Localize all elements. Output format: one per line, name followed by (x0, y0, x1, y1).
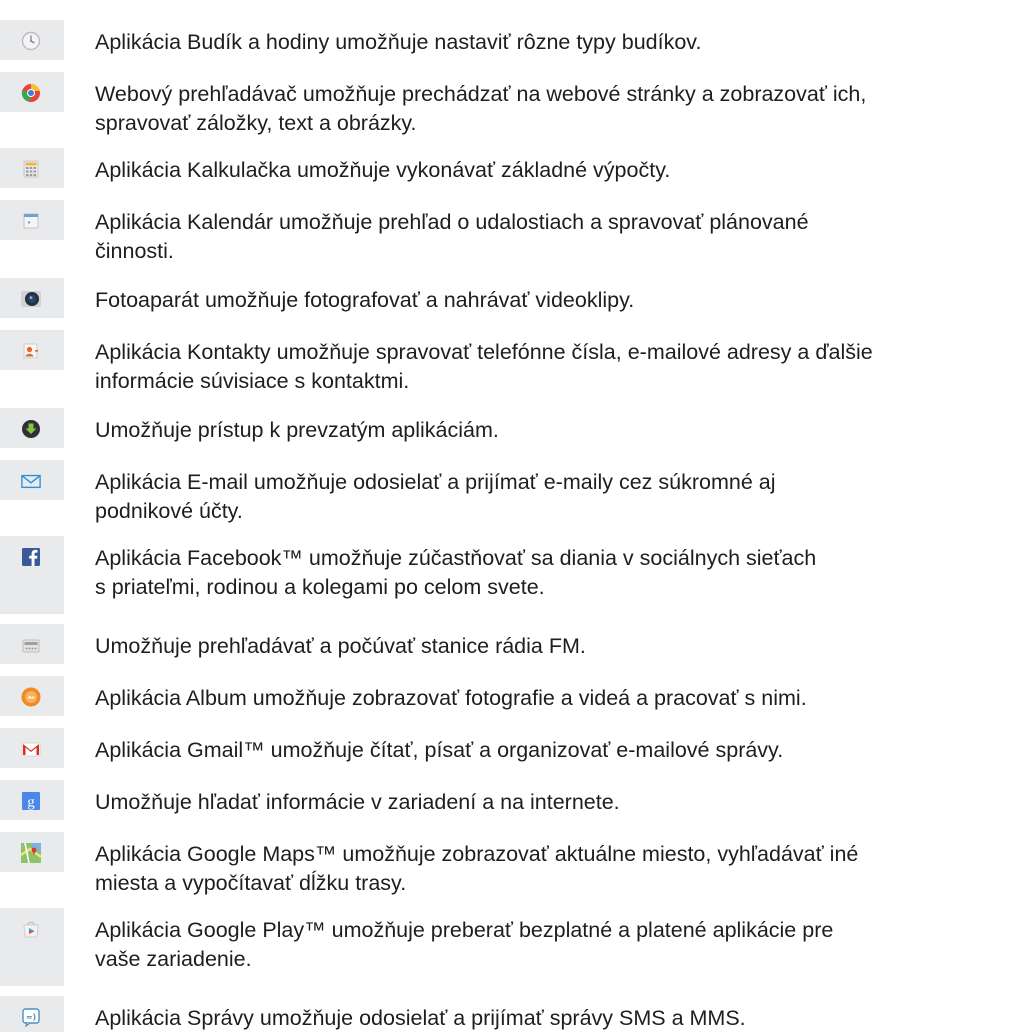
description-line: Aplikácia Budík a hodiny umožňuje nastav… (95, 30, 702, 54)
icon-cell (0, 460, 64, 500)
maps-icon (21, 843, 41, 863)
app-description: Aplikácia Správy umožňuje odosielať a pr… (95, 1004, 1023, 1033)
description-line: Umožňuje prehľadávať a počúvať stanice r… (95, 634, 586, 658)
icon-cell (0, 72, 64, 112)
description-line: Webový prehľadávač umožňuje prechádzať n… (95, 82, 867, 106)
facebook-icon (21, 547, 41, 567)
calculator-icon (21, 159, 41, 179)
messaging-icon: =) (21, 1007, 41, 1027)
camera-icon (21, 289, 41, 309)
list-item: g Umožňuje hľadať informácie v zariadení … (0, 780, 1023, 820)
list-item: Aplikácia Gmail™ umožňuje čítať, písať a… (0, 728, 1023, 768)
description-line: vaše zariadenie. (95, 947, 252, 971)
description-line: s priateľmi, rodinou a kolegami po celom… (95, 575, 545, 599)
list-item: Aplikácia Kalkulačka umožňuje vykonávať … (0, 148, 1023, 188)
description-line: Aplikácia E-mail umožňuje odosielať a pr… (95, 470, 776, 494)
app-description: Aplikácia E-mail umožňuje odosielať a pr… (95, 468, 1023, 526)
download-icon (21, 419, 41, 439)
icon-cell (0, 676, 64, 716)
list-item: Aplikácia Album umožňuje zobrazovať foto… (0, 676, 1023, 716)
list-item: Aplikácia Budík a hodiny umožňuje nastav… (0, 20, 1023, 60)
list-item: Aplikácia E-mail umožňuje odosielať a pr… (0, 460, 1023, 523)
app-description: Umožňuje prístup k prevzatým aplikáciám. (95, 416, 1023, 445)
icon-cell (0, 148, 64, 188)
list-item: Umožňuje prístup k prevzatým aplikáciám. (0, 408, 1023, 448)
icon-cell (0, 20, 64, 60)
list-item: Aplikácia Google Maps™ umožňuje zobrazov… (0, 832, 1023, 895)
app-description: Webový prehľadávač umožňuje prechádzať n… (95, 80, 1023, 138)
description-line: činnosti. (95, 239, 174, 263)
icon-cell (0, 408, 64, 448)
icon-cell (0, 330, 64, 370)
album-icon (21, 687, 41, 707)
icon-cell (0, 728, 64, 768)
description-line: Aplikácia Google Play™ umožňuje preberať… (95, 918, 834, 942)
list-item: Aplikácia Kontakty umožňuje spravovať te… (0, 330, 1023, 393)
app-description: Aplikácia Facebook™ umožňuje zúčastňovať… (95, 544, 1023, 602)
google-search-icon: g (21, 791, 41, 811)
list-item: Aplikácia Google Play™ umožňuje preberať… (0, 908, 1023, 986)
app-description: Aplikácia Google Maps™ umožňuje zobrazov… (95, 840, 1023, 898)
description-line: Aplikácia Google Maps™ umožňuje zobrazov… (95, 842, 859, 866)
svg-text:g: g (27, 795, 35, 811)
gmail-icon (21, 739, 41, 759)
description-line: Aplikácia Kalkulačka umožňuje vykonávať … (95, 158, 671, 182)
svg-text:=): =) (26, 1013, 36, 1022)
description-line: Umožňuje hľadať informácie v zariadení a… (95, 790, 620, 814)
app-description: Aplikácia Kalkulačka umožňuje vykonávať … (95, 156, 1023, 185)
icon-cell (0, 278, 64, 318)
description-line: podnikové účty. (95, 499, 243, 523)
list-item: Umožňuje prehľadávať a počúvať stanice r… (0, 624, 1023, 664)
description-line: informácie súvisiace s kontaktmi. (95, 369, 410, 393)
list-item: =) Aplikácia Správy umožňuje odosielať a … (0, 996, 1023, 1032)
app-description: Umožňuje prehľadávať a počúvať stanice r… (95, 632, 1023, 661)
icon-cell (0, 200, 64, 240)
app-description: Aplikácia Gmail™ umožňuje čítať, písať a… (95, 736, 1023, 765)
list-item: Webový prehľadávač umožňuje prechádzať n… (0, 72, 1023, 135)
description-line: Aplikácia Album umožňuje zobrazovať foto… (95, 686, 807, 710)
list-item: Aplikácia Facebook™ umožňuje zúčastňovať… (0, 536, 1023, 614)
description-line: Umožňuje prístup k prevzatým aplikáciám. (95, 418, 499, 442)
icon-cell (0, 624, 64, 664)
description-line: spravovať záložky, text a obrázky. (95, 111, 417, 135)
icon-cell (0, 908, 64, 986)
email-icon (21, 471, 41, 491)
calendar-icon (21, 211, 41, 231)
app-description: Aplikácia Google Play™ umožňuje preberať… (95, 916, 1023, 974)
app-description: Aplikácia Budík a hodiny umožňuje nastav… (95, 28, 1023, 57)
app-description: Fotoaparát umožňuje fotografovať a nahrá… (95, 286, 1023, 315)
description-line: miesta a vypočítavať dĺžku trasy. (95, 871, 407, 895)
app-description: Umožňuje hľadať informácie v zariadení a… (95, 788, 1023, 817)
play-store-icon (21, 919, 41, 939)
description-line: Aplikácia Facebook™ umožňuje zúčastňovať… (95, 546, 817, 570)
list-item: Fotoaparát umožňuje fotografovať a nahrá… (0, 278, 1023, 318)
app-description: Aplikácia Kalendár umožňuje prehľad o ud… (95, 208, 1023, 266)
clock-icon (21, 31, 41, 51)
description-line: Aplikácia Kontakty umožňuje spravovať te… (95, 340, 873, 364)
fm-radio-icon (21, 635, 41, 655)
app-description: Aplikácia Kontakty umožňuje spravovať te… (95, 338, 1023, 396)
list-item: Aplikácia Kalendár umožňuje prehľad o ud… (0, 200, 1023, 263)
description-line: Fotoaparát umožňuje fotografovať a nahrá… (95, 288, 635, 312)
contacts-icon (21, 341, 41, 361)
icon-cell: =) (0, 996, 64, 1032)
browser-icon (21, 83, 41, 103)
icon-cell: g (0, 780, 64, 820)
description-line: Aplikácia Správy umožňuje odosielať a pr… (95, 1006, 746, 1030)
app-description: Aplikácia Album umožňuje zobrazovať foto… (95, 684, 1023, 713)
icon-cell (0, 536, 64, 614)
icon-cell (0, 832, 64, 872)
description-line: Aplikácia Gmail™ umožňuje čítať, písať a… (95, 738, 784, 762)
description-line: Aplikácia Kalendár umožňuje prehľad o ud… (95, 210, 809, 234)
